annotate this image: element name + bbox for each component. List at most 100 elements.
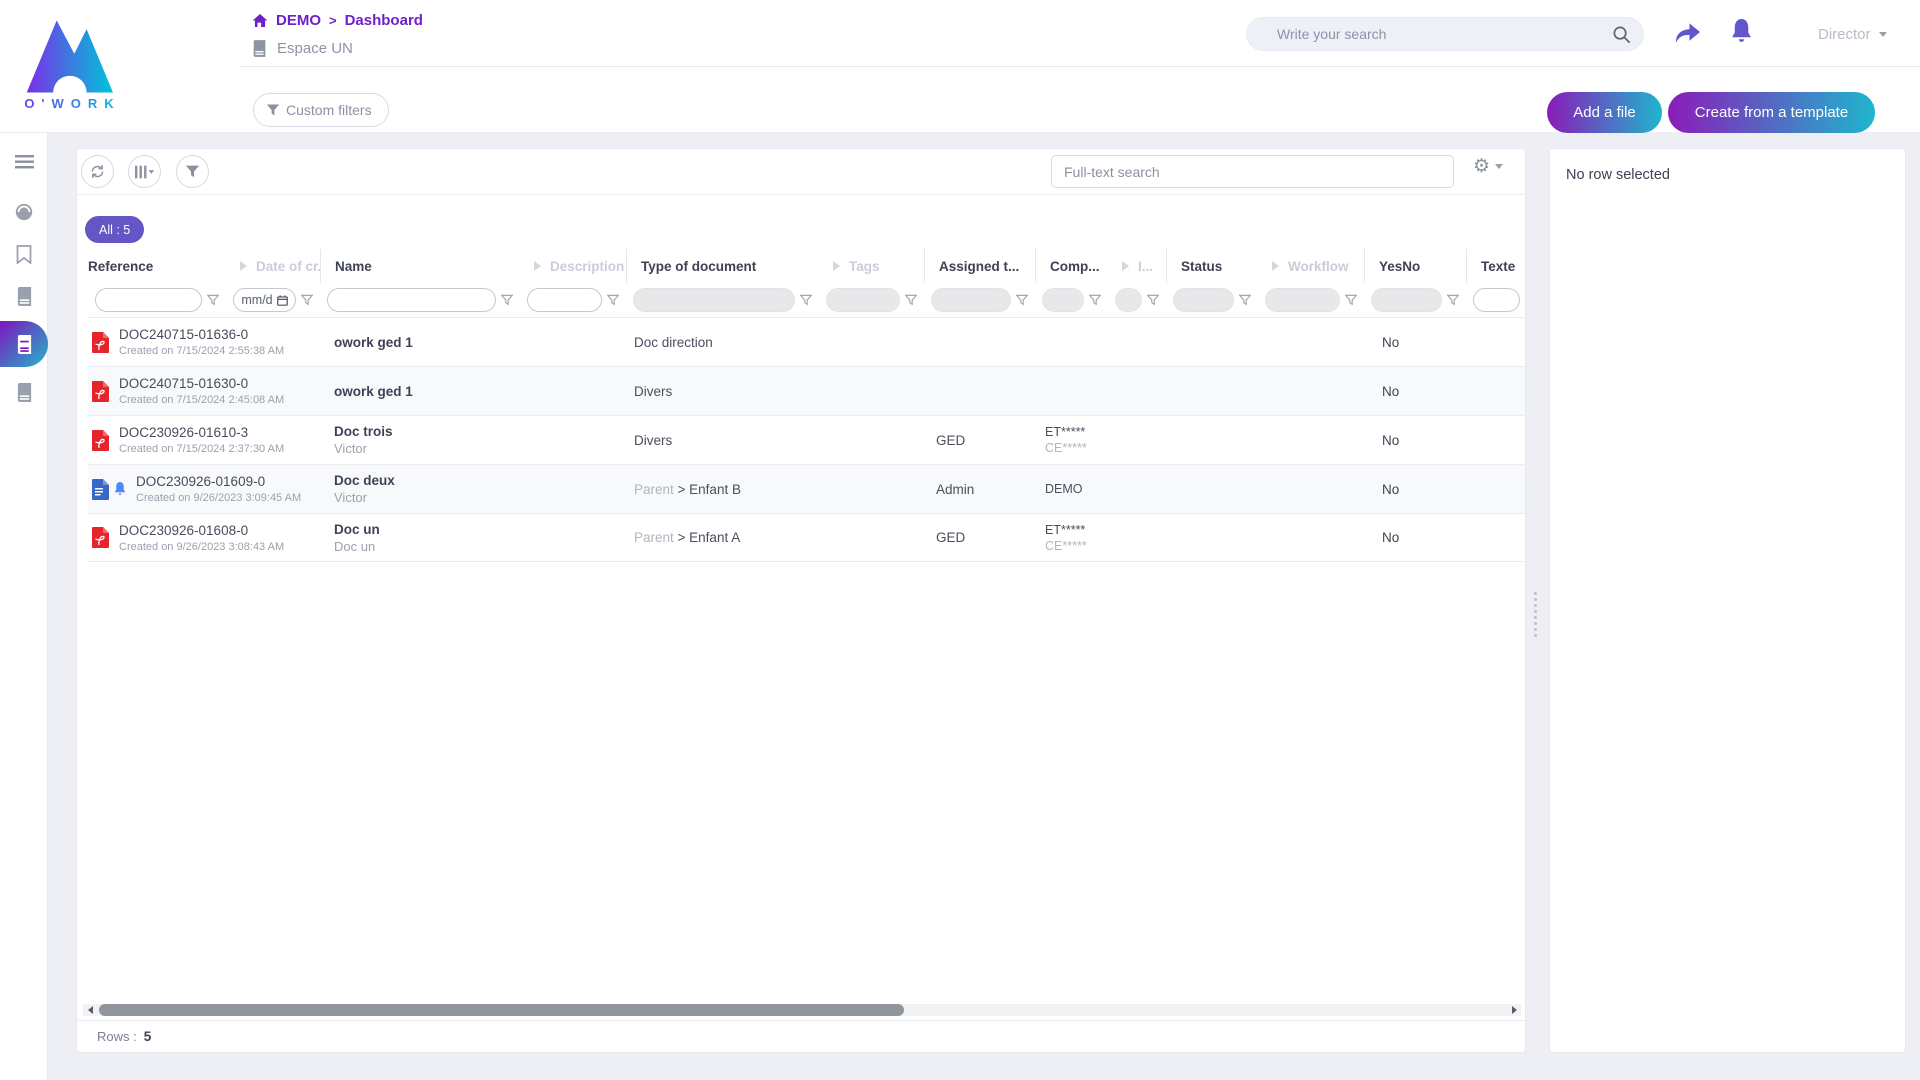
filter-funnel-icon[interactable] (607, 294, 619, 306)
sidebar-item-library[interactable] (0, 279, 48, 313)
notifications-button[interactable] (1724, 14, 1758, 48)
document-assigned: GED (924, 433, 1035, 448)
arrow-left-icon (88, 1006, 93, 1014)
sidebar-item-archives[interactable] (0, 375, 48, 409)
sidebar-item-documents-active[interactable] (0, 321, 48, 367)
document-created-date: Created on 9/26/2023 3:09:45 AM (136, 492, 301, 504)
filter-funnel-icon (185, 164, 200, 179)
calendar-icon (277, 295, 288, 306)
table-row[interactable]: DOC230926-01610-3 Created on 7/15/2024 2… (88, 415, 1526, 464)
column-header-reference[interactable]: Reference (88, 249, 226, 283)
breadcrumb-current[interactable]: Dashboard (345, 12, 423, 29)
columns-icon (135, 165, 155, 179)
column-header-comp[interactable]: Comp... (1035, 249, 1108, 283)
table-row[interactable]: DOC230926-01609-0 Created on 9/26/2023 3… (88, 464, 1526, 513)
filter-texte-input[interactable] (1473, 288, 1520, 312)
speedometer-icon (14, 202, 34, 222)
document-company: ET***** CE***** (1035, 425, 1166, 455)
filter-funnel-icon[interactable] (1345, 294, 1357, 306)
filter-status-input-disabled (1173, 288, 1234, 312)
scroll-left-button[interactable] (83, 1004, 97, 1016)
document-name: owork ged 1 (334, 384, 626, 399)
breadcrumb-home[interactable]: DEMO (276, 12, 321, 29)
column-header-i[interactable]: I... (1108, 249, 1166, 283)
add-file-button[interactable]: Add a file (1547, 92, 1662, 133)
custom-filters-label: Custom filters (286, 102, 372, 118)
filter-name (320, 288, 520, 312)
pdf-file-icon (91, 331, 110, 354)
column-header-workflow[interactable]: Workflow (1258, 249, 1364, 283)
table-row[interactable]: DOC240715-01630-0 Created on 7/15/2024 2… (88, 366, 1526, 415)
filter-funnel-icon[interactable] (1239, 294, 1251, 306)
column-header-assigned[interactable]: Assigned t... (924, 249, 1035, 283)
scrollbar-thumb[interactable] (99, 1004, 904, 1016)
sort-arrow-icon (833, 261, 840, 271)
panel-resize-handle[interactable] (1534, 592, 1537, 637)
document-name-sub: Victor (334, 490, 626, 505)
filter-funnel-icon[interactable] (1089, 294, 1101, 306)
fulltext-search-input[interactable] (1051, 155, 1454, 188)
filter-funnel-icon[interactable] (905, 294, 917, 306)
left-sidebar (0, 132, 48, 1080)
pdf-file-icon (91, 526, 110, 549)
filter-funnel-icon[interactable] (1147, 294, 1159, 306)
space-name: Espace UN (277, 40, 353, 57)
document-company: DEMO (1035, 482, 1166, 496)
filter-assigned (924, 288, 1035, 312)
table-row[interactable]: DOC240715-01636-0 Created on 7/15/2024 2… (88, 317, 1526, 366)
global-search-input[interactable] (1277, 26, 1612, 42)
column-header-status[interactable]: Status (1166, 249, 1258, 283)
table-row[interactable]: DOC230926-01608-0 Created on 9/26/2023 3… (88, 513, 1526, 562)
column-header-yesno[interactable]: YesNo (1364, 249, 1466, 283)
filter-funnel-icon[interactable] (207, 294, 219, 306)
sidebar-item-dashboard[interactable] (0, 195, 48, 229)
date-placeholder: mm/d (241, 293, 272, 307)
filter-funnel-icon[interactable] (501, 294, 513, 306)
search-icon[interactable] (1612, 25, 1631, 44)
share-button[interactable] (1670, 16, 1704, 50)
filter-funnel-icon[interactable] (1016, 294, 1028, 306)
filter-comp (1035, 288, 1108, 312)
document-type: Divers (626, 433, 924, 448)
pdf-file-icon (91, 380, 110, 403)
gear-icon: ⚙ (1473, 157, 1490, 176)
document-created-date: Created on 7/15/2024 2:45:08 AM (119, 394, 284, 406)
filter-description-input[interactable] (527, 288, 602, 312)
menu-toggle-button[interactable] (0, 145, 48, 179)
sidebar-item-bookmarks[interactable] (0, 237, 48, 271)
role-dropdown[interactable]: Director (1818, 26, 1887, 43)
filter-reference-input[interactable] (95, 288, 202, 312)
filter-workflow-input-disabled (1265, 288, 1340, 312)
create-from-template-button[interactable]: Create from a template (1668, 92, 1875, 133)
document-type: Parent > Enfant A (626, 530, 924, 545)
logo-mountain-icon (23, 8, 115, 96)
document-name: Doc un (334, 522, 626, 537)
column-header-tags[interactable]: Tags (819, 249, 924, 283)
global-search (1246, 17, 1644, 51)
tab-all-badge[interactable]: All : 5 (85, 216, 144, 243)
column-header-description[interactable]: Description (520, 249, 626, 283)
filter-button[interactable] (176, 155, 209, 188)
filter-funnel-icon[interactable] (800, 294, 812, 306)
column-header-name[interactable]: Name (320, 249, 520, 283)
table-settings-button[interactable]: ⚙ (1473, 157, 1503, 176)
role-label: Director (1818, 26, 1871, 43)
refresh-button[interactable] (81, 155, 114, 188)
filter-funnel-icon[interactable] (301, 294, 313, 306)
scrollbar-track[interactable] (97, 1004, 1507, 1016)
filter-funnel-icon[interactable] (1447, 294, 1459, 306)
document-reference: DOC240715-01636-0 (119, 327, 284, 342)
columns-button[interactable] (128, 155, 161, 188)
document-type: Doc direction (626, 335, 924, 350)
scroll-right-button[interactable] (1507, 1004, 1521, 1016)
table-footer: Rows : 5 (77, 1020, 1525, 1052)
document-name-sub: Victor (334, 441, 626, 456)
column-header-type[interactable]: Type of document (626, 249, 819, 283)
custom-filters-button[interactable]: Custom filters (253, 93, 389, 127)
filter-name-input[interactable] (327, 288, 496, 312)
refresh-icon (89, 163, 106, 180)
app-logo[interactable]: O'WORK (14, 8, 124, 111)
column-header-texte[interactable]: Texte (1466, 249, 1526, 283)
column-header-date[interactable]: Date of cr... (226, 249, 320, 283)
filter-date-input[interactable]: mm/d (233, 288, 296, 312)
